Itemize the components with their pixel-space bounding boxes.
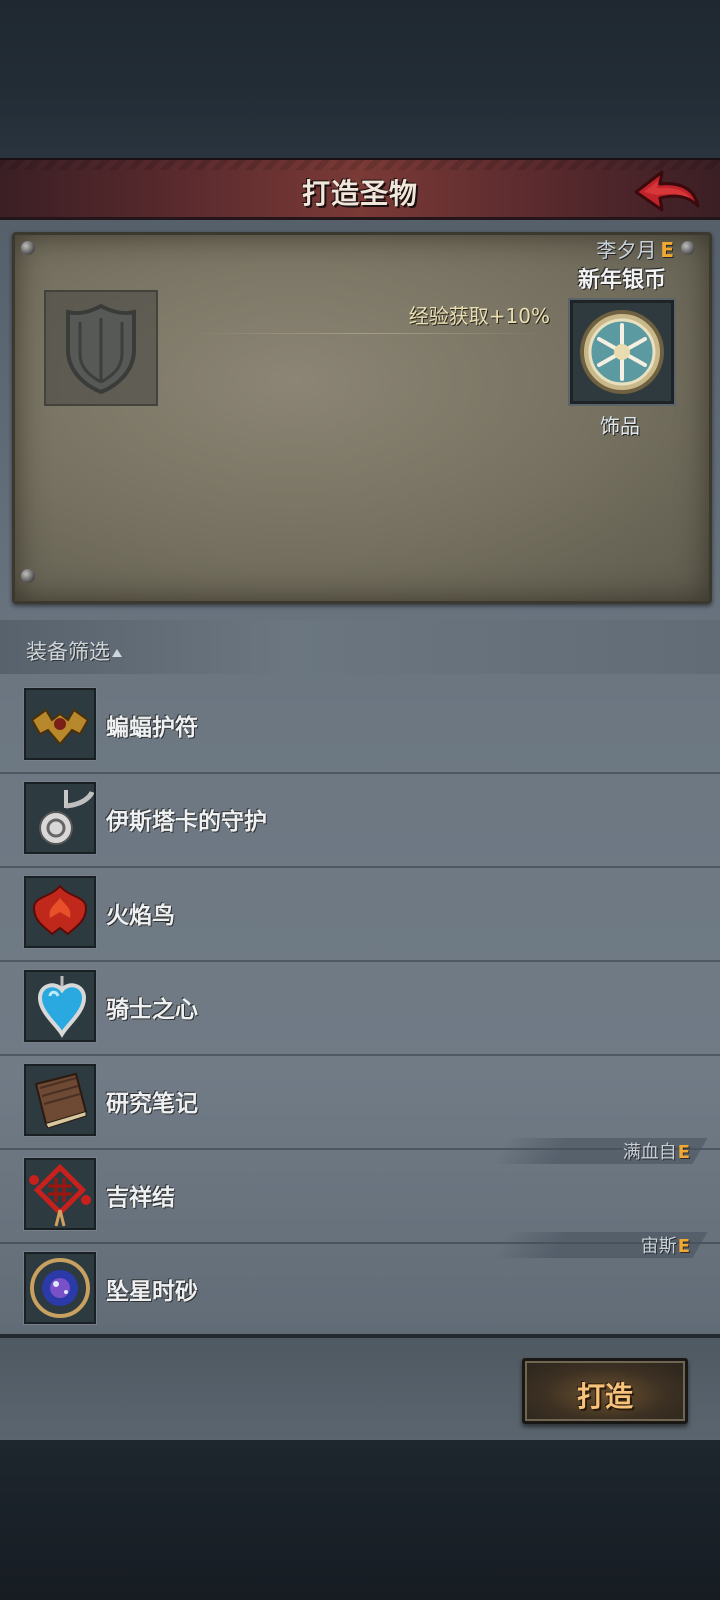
list-item[interactable]: 火焰鸟 bbox=[0, 868, 720, 962]
relic-stat: 经验获取+10% bbox=[408, 304, 550, 328]
list-item[interactable]: 伊斯塔卡的守护 bbox=[0, 774, 720, 868]
owner-tag: 满血自E bbox=[623, 1138, 690, 1164]
rivet-icon bbox=[21, 241, 35, 255]
owner-grade: E bbox=[660, 238, 674, 262]
relic-name: 新年银币 bbox=[577, 268, 666, 293]
list-item-label: 研究笔记 bbox=[106, 1091, 198, 1117]
shield-slot-icon bbox=[66, 303, 136, 395]
list-item-label: 蝙蝠护符 bbox=[106, 715, 198, 741]
list-item-label: 火焰鸟 bbox=[106, 903, 175, 929]
top-dark-area bbox=[0, 0, 720, 160]
silver-spiral-icon bbox=[24, 782, 96, 854]
list-item-label: 吉祥结 bbox=[106, 1185, 175, 1211]
relic-owner: 李夕月 E bbox=[596, 234, 674, 263]
relic-icon-frame[interactable] bbox=[570, 300, 674, 404]
list-item-label: 骑士之心 bbox=[106, 997, 198, 1023]
filter-label: 装备筛选 bbox=[26, 640, 110, 664]
notebook-icon bbox=[24, 1064, 96, 1136]
empty-relic-slot[interactable] bbox=[44, 290, 158, 406]
rivet-icon bbox=[681, 241, 695, 255]
owner-name: 宙斯 bbox=[640, 1236, 677, 1257]
title-bar: 打造圣物 bbox=[0, 158, 720, 220]
list-item[interactable]: 研究笔记 bbox=[0, 1056, 720, 1150]
stat-divider bbox=[190, 333, 550, 334]
owner-grade: E bbox=[677, 1142, 690, 1163]
starfall-hourglass-icon bbox=[24, 1252, 96, 1324]
list-item[interactable]: 满血自E 吉祥结 bbox=[0, 1138, 720, 1244]
rivet-icon bbox=[21, 569, 35, 583]
bottom-dark-area bbox=[0, 1440, 720, 1600]
owner-name: 李夕月 bbox=[596, 238, 657, 262]
forge-button-label: 打造 bbox=[576, 1380, 633, 1413]
triangle-up-icon bbox=[112, 649, 122, 657]
chinese-knot-icon bbox=[24, 1158, 96, 1230]
forge-button[interactable]: 打造 bbox=[522, 1358, 688, 1424]
list-item[interactable]: 骑士之心 bbox=[0, 962, 720, 1056]
page-title: 打造圣物 bbox=[301, 177, 418, 210]
owner-name: 满血自 bbox=[622, 1142, 677, 1163]
back-button[interactable] bbox=[632, 166, 702, 216]
silver-coin-icon bbox=[580, 310, 664, 394]
list-item-label: 坠星时砂 bbox=[106, 1279, 198, 1305]
back-arrow-icon bbox=[634, 170, 700, 212]
relic-type: 饰品 bbox=[600, 414, 640, 438]
list-item[interactable]: 宙斯E 坠星时砂 bbox=[0, 1232, 720, 1338]
bat-amulet-icon bbox=[24, 688, 96, 760]
equipment-filter-toggle[interactable]: 装备筛选 bbox=[26, 636, 122, 666]
list-item-label: 伊斯塔卡的守护 bbox=[106, 809, 267, 835]
firebird-icon bbox=[24, 876, 96, 948]
heart-pendant-icon bbox=[24, 970, 96, 1042]
owner-grade: E bbox=[677, 1236, 690, 1257]
owner-tag: 宙斯E bbox=[641, 1232, 690, 1258]
list-item[interactable]: 蝙蝠护符 bbox=[0, 680, 720, 774]
